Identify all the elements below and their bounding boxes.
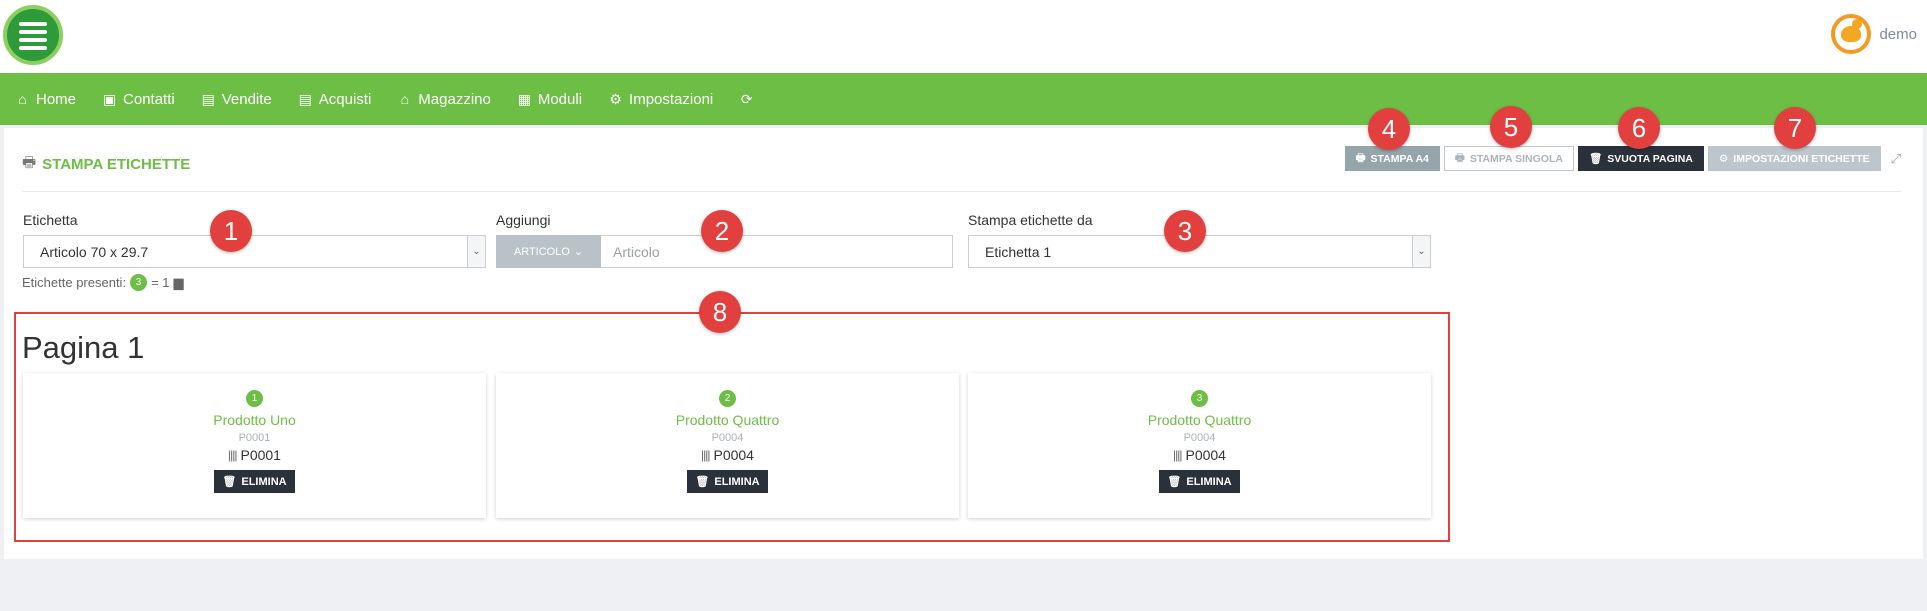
nav-label: Impostazioni bbox=[629, 90, 714, 108]
chevron-down-icon: ⌄ bbox=[467, 236, 485, 267]
home-icon: ⌂ bbox=[18, 91, 27, 107]
contacts-icon: ▣ bbox=[102, 90, 117, 107]
nav-item-refresh[interactable]: ⟳ bbox=[739, 91, 754, 108]
printer-icon: 🖶 bbox=[1355, 151, 1366, 164]
labels-count-label: Etichette presenti: bbox=[22, 275, 127, 290]
nav-label: Magazzino bbox=[418, 90, 491, 108]
avatar[interactable] bbox=[1831, 14, 1872, 54]
nav-label: Vendite bbox=[221, 90, 272, 108]
trash-icon: 🗑 bbox=[1588, 153, 1603, 165]
articolo-search-input[interactable] bbox=[601, 235, 953, 268]
etichetta-label: Etichetta bbox=[23, 212, 78, 228]
label-settings-button[interactable]: ⚙ IMPOSTAZIONI ETICHETTE bbox=[1707, 146, 1881, 171]
button-label: SVUOTA PAGINA bbox=[1607, 152, 1693, 165]
print-single-button[interactable]: 🖶 STAMPA SINGOLA bbox=[1443, 146, 1574, 171]
etichetta-select[interactable]: Articolo 70 x 29.7 ⌄ bbox=[23, 235, 486, 268]
page-title: 🖶 STAMPA ETICHETTE bbox=[22, 152, 190, 177]
count-badge: 3 bbox=[130, 274, 148, 291]
warehouse-icon: ⌂ bbox=[400, 91, 410, 107]
printer-icon: 🖶 bbox=[1454, 151, 1465, 164]
nav-item-contatti[interactable]: ▣ Contatti bbox=[102, 91, 175, 108]
pages-count: = 1 bbox=[151, 275, 170, 290]
sales-icon: ▤ bbox=[201, 90, 215, 107]
gears-icon: ⚙ bbox=[1718, 152, 1729, 165]
nav-label: Moduli bbox=[537, 90, 583, 108]
aggiungi-label: Aggiungi bbox=[496, 212, 551, 228]
toolbar: 🖶 STAMPA A4 🖶 STAMPA SINGOLA 🗑 SVUOTA PAGIN… bbox=[1344, 146, 1901, 171]
nav-item-acquisti[interactable]: ▤ Acquisti bbox=[298, 91, 372, 108]
nav-item-moduli[interactable]: ▦ Moduli bbox=[517, 91, 582, 108]
annotation-marker: 3 bbox=[1164, 210, 1206, 252]
annotation-marker: 1 bbox=[210, 210, 252, 252]
purchases-icon: ▤ bbox=[298, 90, 312, 107]
labels-count: Etichette presenti: 3 = 1 ▆ bbox=[22, 274, 184, 291]
duck-icon bbox=[1841, 19, 1863, 42]
annotation-marker: 8 bbox=[699, 291, 741, 333]
annotation-marker: 4 bbox=[1368, 108, 1410, 150]
button-label: STAMPA A4 bbox=[1370, 152, 1429, 165]
modules-icon: ▦ bbox=[517, 90, 531, 107]
panel-title-text: STAMPA ETICHETTE bbox=[42, 156, 191, 173]
chevron-down-icon: ⌄ bbox=[573, 246, 584, 258]
button-label: IMPOSTAZIONI ETICHETTE bbox=[1733, 152, 1870, 165]
settings-icon: ⚙ bbox=[609, 90, 622, 107]
document-icon: ▆ bbox=[173, 274, 184, 290]
printer-icon: 🖶 bbox=[22, 154, 37, 171]
divider bbox=[22, 191, 1901, 192]
articolo-dropdown-button[interactable]: ARTICOLO ⌄ bbox=[496, 235, 601, 268]
nav-label: Contatti bbox=[123, 90, 175, 108]
annotation-marker: 2 bbox=[701, 210, 743, 252]
stampa-da-value: Etichetta 1 bbox=[985, 243, 1052, 260]
etichetta-value: Articolo 70 x 29.7 bbox=[40, 243, 149, 260]
nav-item-impostazioni[interactable]: ⚙ Impostazioni bbox=[608, 91, 713, 108]
username[interactable]: demo bbox=[1879, 26, 1917, 43]
annotation-marker: 5 bbox=[1490, 106, 1532, 148]
top-header: demo bbox=[0, 0, 1927, 73]
button-label: STAMPA SINGOLA bbox=[1469, 152, 1563, 165]
annotation-box bbox=[14, 312, 1450, 542]
nav-item-home[interactable]: ⌂ Home bbox=[15, 91, 76, 108]
refresh-icon: ⟳ bbox=[740, 90, 753, 107]
nav-item-vendite[interactable]: ▤ Vendite bbox=[201, 91, 272, 108]
expand-icon[interactable]: ⤢ bbox=[1891, 151, 1901, 167]
user-menu[interactable]: demo bbox=[1831, 14, 1917, 54]
chevron-down-icon: ⌄ bbox=[1412, 236, 1430, 267]
annotation-marker: 7 bbox=[1774, 107, 1816, 149]
annotation-marker: 6 bbox=[1618, 107, 1660, 149]
stampa-da-label: Stampa etichette da bbox=[968, 212, 1093, 228]
button-label: ARTICOLO bbox=[513, 245, 570, 258]
nav-label: Home bbox=[36, 90, 77, 108]
nav-label: Acquisti bbox=[318, 90, 372, 108]
print-a4-button[interactable]: 🖶 STAMPA A4 bbox=[1344, 146, 1440, 171]
clear-page-button[interactable]: 🗑 SVUOTA PAGINA bbox=[1577, 146, 1704, 171]
nav-item-magazzino[interactable]: ⌂ Magazzino bbox=[397, 91, 491, 108]
menu-logo-icon[interactable] bbox=[3, 5, 63, 65]
